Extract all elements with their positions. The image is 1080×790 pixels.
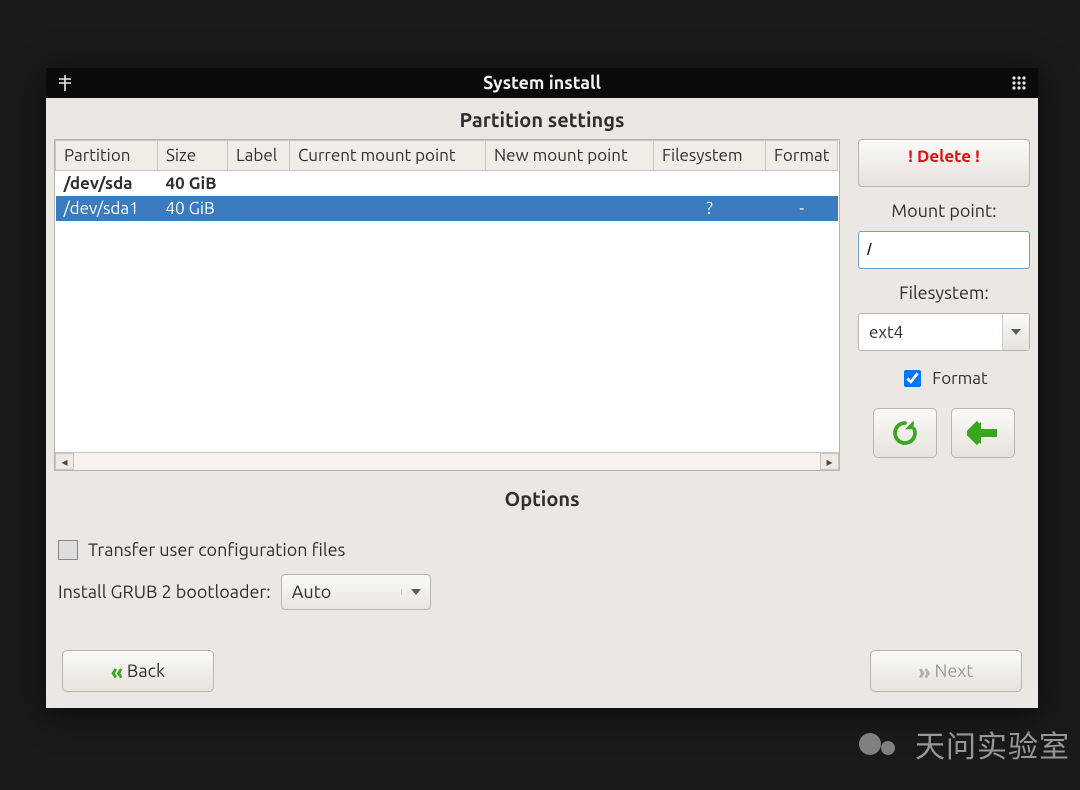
options-heading: Options — [46, 471, 1038, 518]
table-cell — [486, 171, 654, 197]
filesystem-label: Filesystem: — [858, 283, 1030, 303]
watermark: 天问实验室 — [859, 722, 1070, 766]
table-cell — [290, 171, 486, 197]
table-cell: 40 GiB — [158, 171, 228, 197]
mount-point-input[interactable] — [859, 232, 1080, 268]
installer-window: System install Partition settings — [46, 68, 1038, 708]
partition-sidebar: ! Delete ! Mount point: Filesystem: ext4… — [858, 139, 1030, 471]
window-apps-icon[interactable] — [1010, 74, 1028, 92]
format-checkbox[interactable] — [904, 370, 921, 387]
col-label[interactable]: Label — [228, 141, 290, 171]
back-button-label: Back — [127, 661, 165, 681]
col-filesystem[interactable]: Filesystem — [654, 141, 766, 171]
horizontal-scrollbar[interactable]: ◂ ▸ — [55, 452, 839, 470]
col-size[interactable]: Size — [158, 141, 228, 171]
table-cell: /dev/sda1 — [56, 196, 158, 221]
transfer-config-label: Transfer user configuration files — [88, 540, 345, 560]
table-row[interactable]: /dev/sda40 GiB — [56, 171, 838, 197]
scroll-left-icon[interactable]: ◂ — [55, 453, 74, 470]
watermark-logo-icon — [859, 729, 905, 759]
mount-point-combo[interactable] — [858, 231, 1030, 269]
watermark-text: 天问实验室 — [915, 722, 1070, 766]
col-partition[interactable]: Partition — [56, 141, 158, 171]
table-cell: /dev/sda — [56, 171, 158, 197]
delete-button[interactable]: ! Delete ! — [858, 139, 1030, 187]
scroll-track[interactable] — [74, 453, 820, 470]
bootloader-combo[interactable]: Auto — [281, 574, 431, 610]
mount-point-label: Mount point: — [858, 201, 1030, 221]
col-format[interactable]: Format — [766, 141, 838, 171]
arrow-left-icon — [967, 419, 999, 447]
col-current-mount[interactable]: Current mount point — [290, 141, 486, 171]
col-new-mount[interactable]: New mount point — [486, 141, 654, 171]
filesystem-value: ext4 — [859, 314, 1002, 350]
next-button-label: Next — [935, 661, 974, 681]
titlebar: System install — [46, 68, 1038, 98]
table-cell — [290, 196, 486, 221]
table-cell: 40 GiB — [158, 196, 228, 221]
refresh-icon — [890, 418, 920, 448]
undo-button[interactable] — [951, 408, 1015, 458]
next-button[interactable]: » Next — [870, 650, 1022, 692]
table-cell — [228, 196, 290, 221]
table-cell: - — [766, 196, 838, 221]
partition-table[interactable]: Partition Size Label Current mount point… — [55, 140, 838, 221]
chevrons-left-icon: « — [111, 660, 123, 683]
filesystem-combo[interactable]: ext4 — [858, 313, 1030, 351]
window-menu-icon[interactable] — [56, 74, 74, 92]
table-cell — [654, 171, 766, 197]
back-button[interactable]: « Back — [62, 650, 214, 692]
bootloader-value: Auto — [282, 582, 401, 602]
table-cell: ? — [654, 196, 766, 221]
table-cell — [766, 171, 838, 197]
chevron-down-icon[interactable] — [1002, 314, 1029, 350]
partition-table-frame: Partition Size Label Current mount point… — [54, 139, 840, 471]
transfer-config-checkbox[interactable] — [58, 540, 78, 560]
window-title: System install — [74, 73, 1010, 93]
table-cell — [486, 196, 654, 221]
chevron-down-icon[interactable] — [401, 589, 430, 595]
partition-table-header-row: Partition Size Label Current mount point… — [56, 141, 838, 171]
partition-settings-heading: Partition settings — [46, 98, 1038, 139]
refresh-button[interactable] — [873, 408, 937, 458]
table-row[interactable]: /dev/sda140 GiB?- — [56, 196, 838, 221]
scroll-right-icon[interactable]: ▸ — [820, 453, 839, 470]
format-checkbox-label[interactable]: Format — [932, 369, 987, 388]
table-cell — [228, 171, 290, 197]
bootloader-label: Install GRUB 2 bootloader: — [58, 582, 271, 602]
chevrons-right-icon: » — [919, 660, 931, 683]
